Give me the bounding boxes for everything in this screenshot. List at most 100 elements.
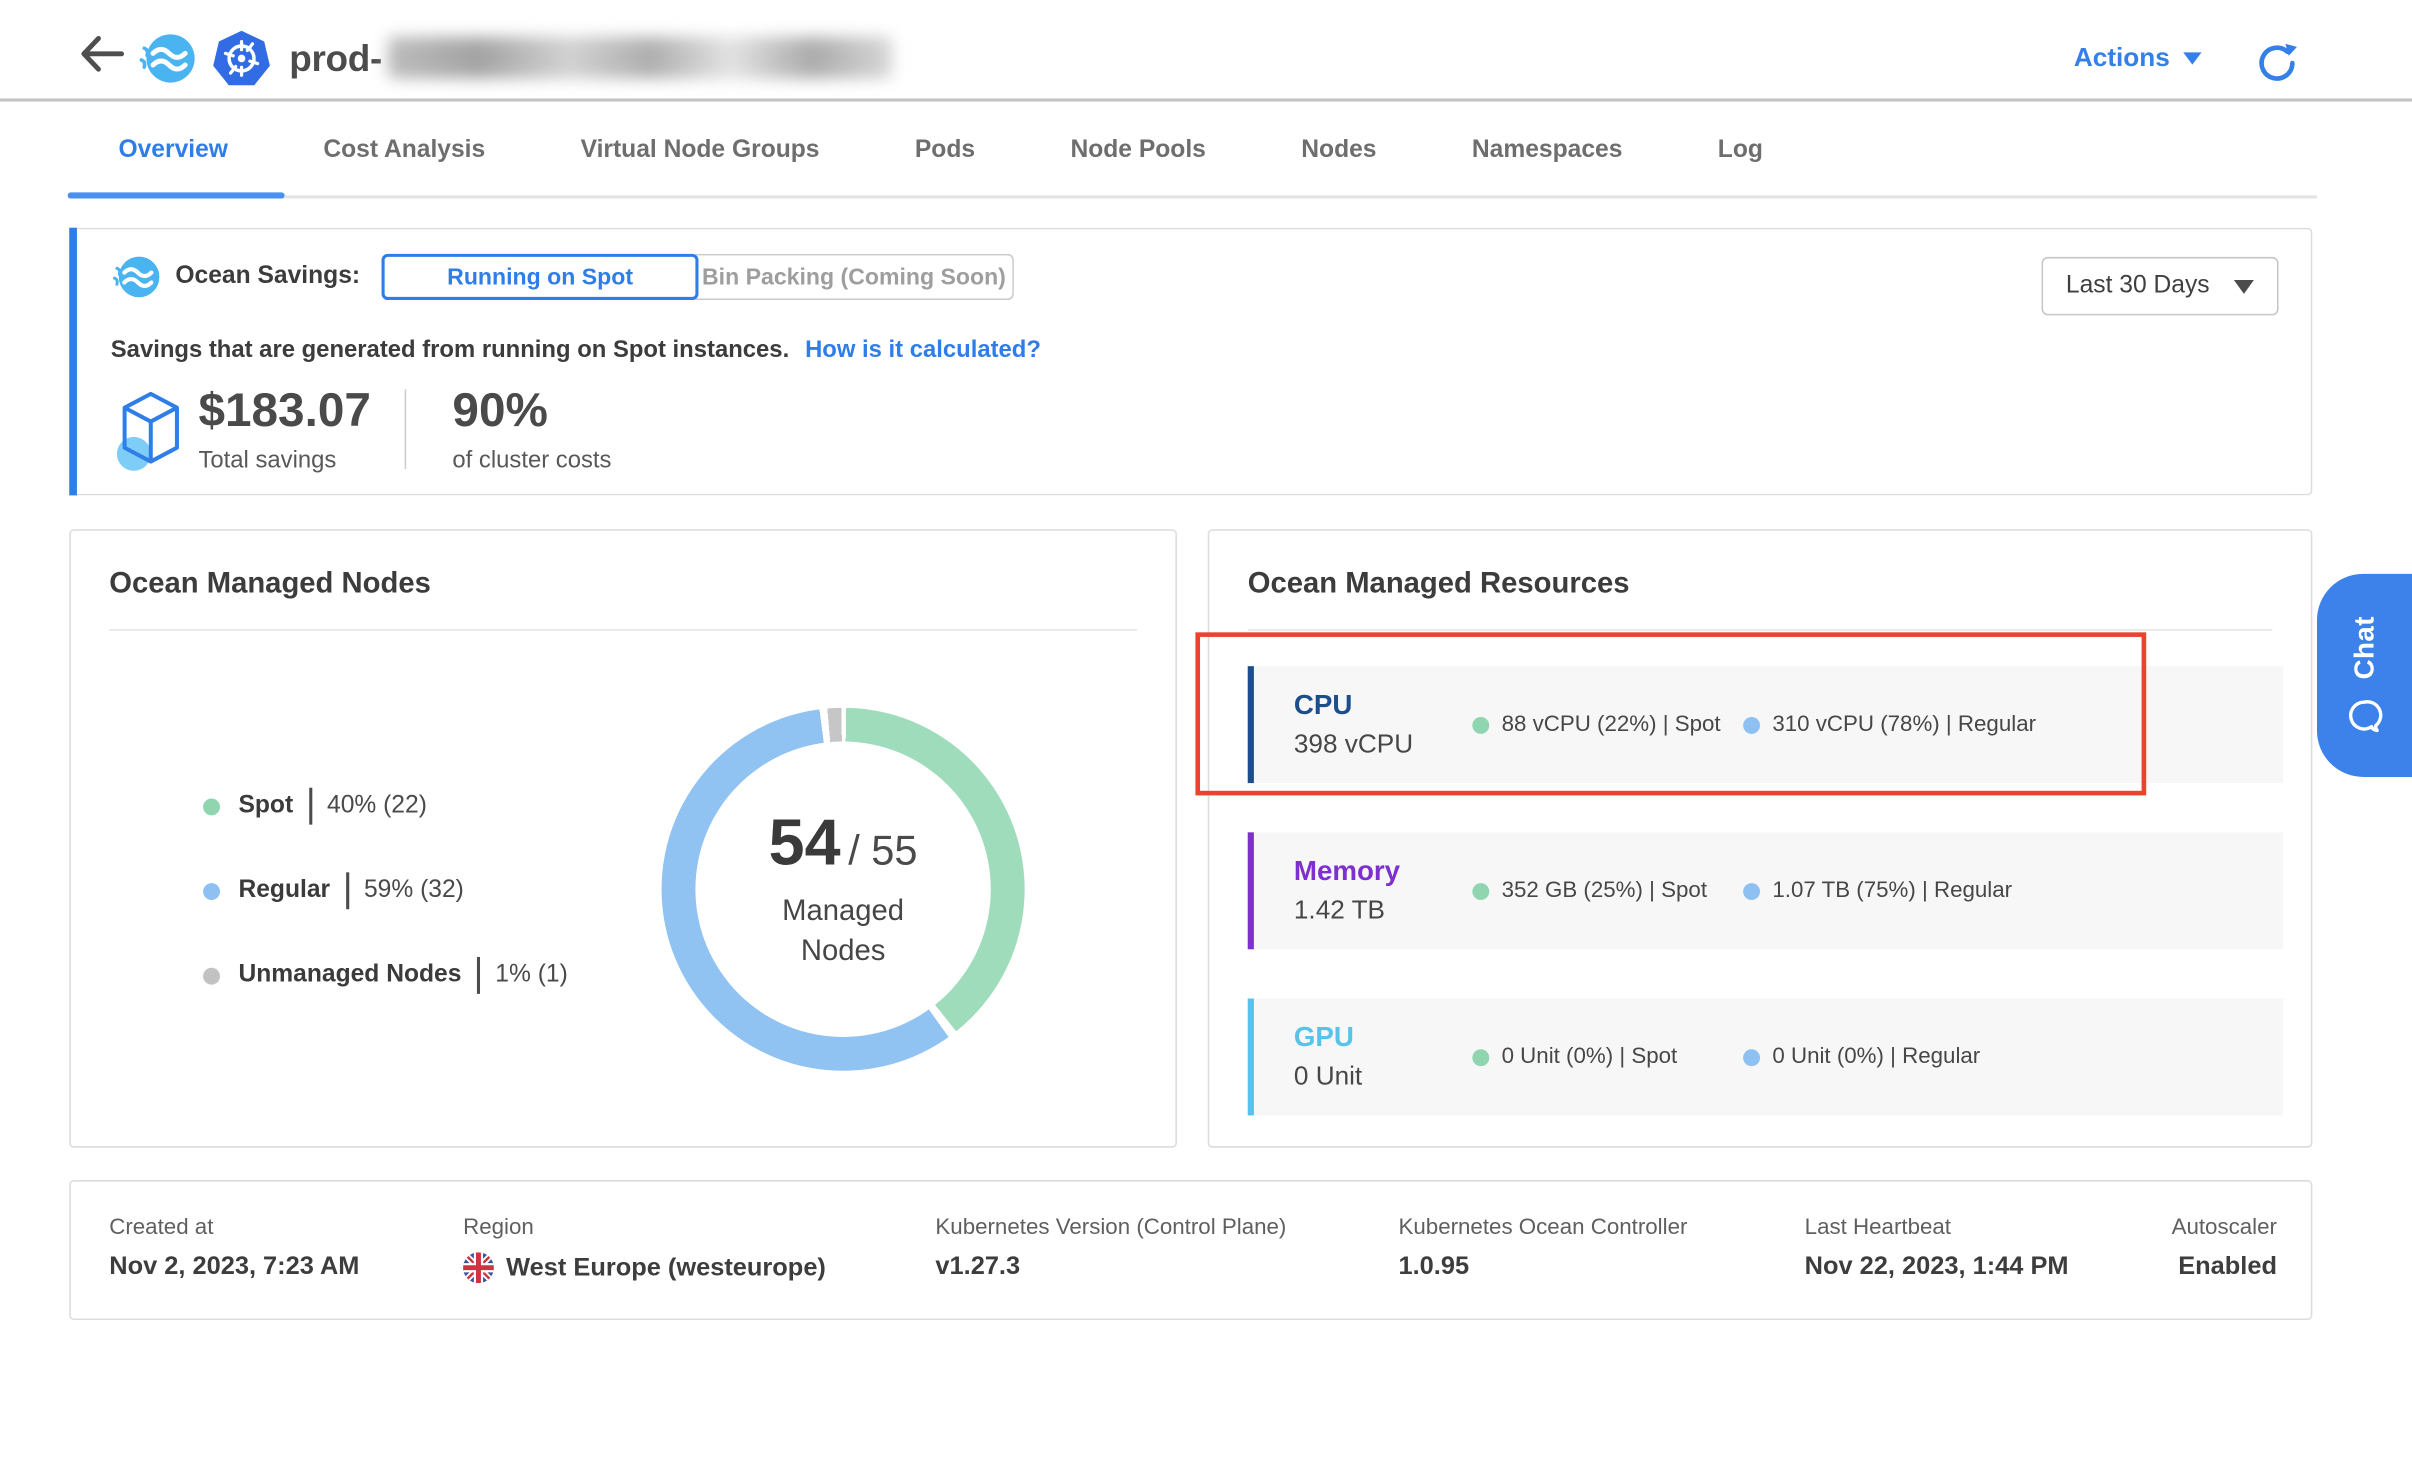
legend-name: Regular	[238, 877, 330, 905]
legend-value: 1% (1)	[495, 962, 568, 990]
legend-name: Spot	[238, 792, 293, 820]
tab-cost-analysis[interactable]: Cost Analysis	[323, 136, 485, 164]
resource-stat-spot: 88 vCPU (22%) | Spot	[1472, 712, 1743, 737]
resource-quantity: 0 Unit	[1294, 1058, 1472, 1095]
actions-label: Actions	[2074, 43, 2170, 74]
tab-pods[interactable]: Pods	[915, 136, 975, 164]
legend-separator	[346, 872, 349, 909]
total-savings-label: Total savings	[198, 448, 370, 476]
savings-description-text: Savings that are generated from running …	[111, 337, 789, 363]
chat-bubble-icon	[2346, 698, 2383, 735]
panel-divider	[109, 629, 1137, 631]
resource-quantity: 1.42 TB	[1294, 892, 1472, 929]
resource-stat-spot: 0 Unit (0%) | Spot	[1472, 1045, 1743, 1070]
managed-resources-panel: Ocean Managed Resources CPU 398 vCPU 88 …	[1208, 529, 2313, 1147]
stat-text: 352 GB (25%) | Spot	[1502, 878, 1707, 903]
legend-dot-spot	[203, 798, 220, 815]
period-dropdown-value: Last 30 Days	[2066, 272, 2210, 300]
legend-name: Unmanaged Nodes	[238, 962, 461, 990]
chat-button[interactable]: Chat	[2317, 574, 2412, 777]
info-label: Kubernetes Ocean Controller	[1398, 1215, 1687, 1240]
info-value: Nov 2, 2023, 7:23 AM	[109, 1252, 359, 1281]
kubernetes-logo-icon	[212, 29, 270, 87]
how-calculated-link[interactable]: How is it calculated?	[805, 337, 1041, 363]
back-button[interactable]	[77, 31, 126, 77]
active-tab-underline	[68, 192, 285, 198]
managed-resources-title: Ocean Managed Resources	[1248, 568, 1630, 602]
tab-nodes[interactable]: Nodes	[1301, 136, 1376, 164]
refresh-icon[interactable]	[2255, 42, 2298, 85]
stats-divider	[405, 389, 407, 469]
total-savings-value: $183.07	[198, 383, 370, 438]
info-label: Last Heartbeat	[1805, 1215, 1951, 1240]
spot-dot	[1472, 882, 1489, 899]
savings-section-label: Ocean Savings:	[175, 263, 360, 291]
resource-row-memory: Memory 1.42 TB 352 GB (25%) | Spot 1.07 …	[1248, 832, 2283, 949]
legend-value: 40% (22)	[327, 792, 427, 820]
info-label: Kubernetes Version (Control Plane)	[935, 1215, 1286, 1240]
panel-divider	[1248, 629, 2273, 631]
legend-dot-regular	[203, 882, 220, 899]
resource-name: Memory	[1294, 853, 1472, 888]
tab-node-pools[interactable]: Node Pools	[1070, 136, 1205, 164]
resource-stat-regular: 0 Unit (0%) | Regular	[1743, 1045, 1980, 1070]
bin-packing-toggle[interactable]: Bin Packing (Coming Soon)	[695, 254, 1013, 300]
ocean-logo-icon	[137, 29, 195, 87]
savings-description: Savings that are generated from running …	[111, 337, 1041, 365]
chat-label: Chat	[2349, 616, 2381, 679]
info-value: v1.27.3	[935, 1252, 1020, 1281]
managed-nodes-title: Ocean Managed Nodes	[109, 568, 431, 602]
legend-separator	[477, 957, 480, 994]
tab-namespaces[interactable]: Namespaces	[1472, 136, 1623, 164]
savings-accent-bar	[69, 228, 77, 496]
cluster-title: prod-	[289, 38, 382, 81]
period-dropdown[interactable]: Last 30 Days	[2042, 257, 2279, 315]
ocean-cluster-overview-page: prod- Actions Overview Cost Analysis Vir…	[0, 0, 2412, 1478]
donut-label: Managed Nodes	[751, 892, 936, 972]
stat-text: 0 Unit (0%) | Spot	[1502, 1045, 1678, 1070]
donut-center-text: 54 / 55 Managed Nodes	[662, 708, 1025, 1071]
legend-separator	[309, 788, 312, 825]
resource-stat-regular: 1.07 TB (75%) | Regular	[1743, 878, 2012, 903]
savings-stats: $183.07 Total savings 90% of cluster cos…	[115, 383, 611, 475]
regular-dot	[1743, 1048, 1760, 1065]
resource-name: GPU	[1294, 1019, 1472, 1054]
spot-dot	[1472, 1048, 1489, 1065]
info-value: 1.0.95	[1398, 1252, 1469, 1281]
regular-dot	[1743, 882, 1760, 899]
tab-bar: Overview Cost Analysis Virtual Node Grou…	[0, 102, 2412, 199]
resource-row-cpu: CPU 398 vCPU 88 vCPU (22%) | Spot 310 vC…	[1248, 666, 2283, 783]
tab-virtual-node-groups[interactable]: Virtual Node Groups	[581, 136, 820, 164]
savings-percent-label: of cluster costs	[452, 448, 611, 476]
stat-text: 1.07 TB (75%) | Regular	[1772, 878, 2012, 903]
info-label: Autoscaler	[2172, 1215, 2277, 1240]
stat-text: 88 vCPU (22%) | Spot	[1502, 712, 1721, 737]
info-label: Region	[463, 1215, 534, 1240]
legend-item-regular: Regular 59% (32)	[203, 871, 568, 911]
resource-row-gpu: GPU 0 Unit 0 Unit (0%) | Spot 0 Unit (0%…	[1248, 998, 2283, 1115]
tab-log[interactable]: Log	[1718, 136, 1763, 164]
legend-value: 59% (32)	[364, 877, 464, 905]
legend-item-spot: Spot 40% (22)	[203, 786, 568, 826]
cluster-info-bar: Created at Nov 2, 2023, 7:23 AM Region W…	[69, 1180, 2312, 1320]
tab-overview[interactable]: Overview	[118, 136, 227, 164]
resource-stat-regular: 310 vCPU (78%) | Regular	[1743, 712, 2036, 737]
legend-dot-unmanaged	[203, 967, 220, 984]
savings-cube-icon	[115, 386, 186, 475]
chevron-down-icon	[2184, 52, 2202, 64]
stat-text: 0 Unit (0%) | Regular	[1772, 1045, 1980, 1070]
resource-name: CPU	[1294, 687, 1472, 722]
managed-nodes-panel: Ocean Managed Nodes Spot 40% (22) Regula…	[69, 529, 1177, 1147]
ocean-savings-panel: Ocean Savings: Running on Spot Bin Packi…	[69, 228, 2312, 496]
header: prod- Actions	[0, 0, 2412, 102]
resource-quantity: 398 vCPU	[1294, 725, 1472, 762]
info-value: Enabled	[2178, 1252, 2277, 1281]
running-on-spot-toggle[interactable]: Running on Spot	[382, 254, 699, 300]
chevron-down-icon	[2234, 279, 2254, 293]
info-value: Nov 22, 2023, 1:44 PM	[1805, 1252, 2069, 1281]
resource-stat-spot: 352 GB (25%) | Spot	[1472, 878, 1743, 903]
managed-count: 54	[769, 806, 841, 880]
actions-menu-button[interactable]: Actions	[2074, 43, 2202, 74]
ocean-savings-icon	[111, 252, 160, 301]
spot-dot	[1472, 716, 1489, 733]
